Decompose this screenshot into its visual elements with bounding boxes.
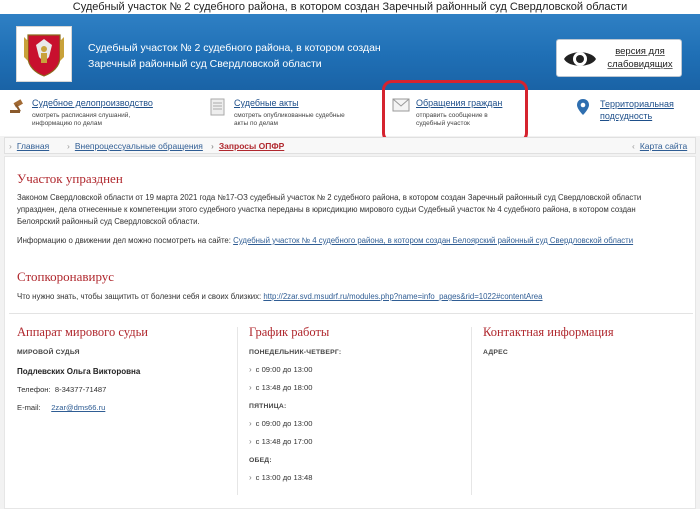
service-title[interactable]: Судебное делопроизводство — [32, 98, 153, 108]
covid-text: Что нужно знать, чтобы защитить от болез… — [17, 291, 677, 303]
schedule-time: › с 09:00 до 13:00 — [249, 419, 313, 428]
breadcrumb-item[interactable]: › Внепроцессуальные обращения — [67, 141, 203, 151]
chevron-right-icon: › — [249, 437, 252, 446]
services-bar: Судебное делопроизводство смотреть распи… — [0, 90, 700, 136]
column-divider — [471, 327, 472, 495]
judge-column: Аппарат мирового судьи МИРОВОЙ СУДЬЯ Под… — [17, 325, 227, 412]
covid-heading: Стопкоронавирус — [17, 269, 115, 284]
service-jurisdiction[interactable]: Территориальная подсудность — [576, 96, 696, 132]
judge-role: МИРОВОЙ СУДЬЯ — [17, 349, 80, 356]
court-4-link[interactable]: Судебный участок № 4 судебного района, в… — [233, 236, 633, 245]
site-title: Судебный участок № 2 судебного района, в… — [88, 40, 388, 72]
coat-of-arms-logo[interactable] — [16, 26, 72, 82]
window-title: Судебный участок № 2 судебного района, в… — [0, 0, 700, 14]
site-header: Судебный участок № 2 судебного района, в… — [0, 14, 700, 90]
breadcrumb: › Главная › Внепроцессуальные обращения › З… — [4, 137, 696, 154]
site-title-line-1: Судебный участок № 2 судебного района, в… — [88, 42, 381, 54]
email-label: E-mail: — [17, 403, 41, 412]
schedule-time: › с 09:00 до 13:00 — [249, 365, 313, 374]
service-description: смотреть опубликованные судебные акты по… — [234, 112, 345, 127]
notice-info: Информацию о движении дел можно посмотре… — [17, 235, 677, 247]
judge-phone: Телефон: 8-34377-71487 — [17, 385, 106, 394]
breadcrumb-current: › Запросы ОПФР — [211, 141, 285, 151]
document-icon — [210, 98, 225, 116]
chevron-left-icon: ‹ — [632, 141, 635, 151]
notice-info-prefix: Информацию о движении дел можно посмотре… — [17, 236, 231, 245]
schedule-time: › с 13:00 до 13:48 — [249, 473, 313, 482]
contacts-heading: Контактная информация — [483, 325, 614, 339]
eye-icon — [564, 52, 596, 66]
chevron-right-icon: › — [211, 141, 214, 151]
schedule-group-label: ПЯТНИЦА: — [249, 403, 287, 410]
chevron-right-icon: › — [67, 141, 70, 151]
schedule-heading: График работы — [249, 325, 330, 339]
schedule-time: › с 13:48 до 17:00 — [249, 437, 313, 446]
phone-value: 8-34377-71487 — [54, 385, 107, 394]
divider — [9, 313, 693, 314]
service-court-records[interactable]: Судебное делопроизводство смотреть распи… — [8, 96, 188, 132]
low-vision-line-1: версия для — [615, 46, 665, 57]
breadcrumb-home[interactable]: › Главная — [9, 141, 49, 151]
service-title[interactable]: Территориальная подсудность — [600, 98, 690, 122]
schedule-time: › с 13:48 до 18:00 — [249, 383, 313, 392]
map-pin-icon — [577, 99, 589, 115]
phone-label: Телефон: — [17, 385, 51, 394]
gavel-icon — [10, 99, 23, 113]
highlight-annotation — [382, 80, 528, 143]
notice-text: Законом Свердловской области от 19 марта… — [17, 193, 642, 226]
chevron-right-icon: › — [249, 473, 252, 482]
schedule-group-label: ПОНЕДЕЛЬНИК-ЧЕТВЕРГ: — [249, 349, 342, 356]
service-title[interactable]: Судебные акты — [234, 98, 299, 108]
judge-heading: Аппарат мирового судьи — [17, 325, 148, 339]
contacts-column: Контактная информация АДРЕС — [483, 325, 683, 356]
email-link[interactable]: 2zar@dms66.ru — [51, 403, 105, 412]
main-content: Участок упразднен Законом Свердловской о… — [4, 156, 696, 509]
coat-of-arms-icon — [24, 34, 64, 77]
sitemap-link[interactable]: ‹ Карта сайта — [632, 141, 687, 151]
chevron-right-icon: › — [249, 365, 252, 374]
schedule-column: График работы ПОНЕДЕЛЬНИК-ЧЕТВЕРГ: › с 09… — [249, 325, 459, 482]
low-vision-line-2: слабовидящих — [607, 59, 673, 70]
covid-link[interactable]: http://2zar.svd.msudrf.ru/modules.php?na… — [263, 292, 542, 301]
covid-prefix: Что нужно знать, чтобы защитить от болез… — [17, 292, 262, 301]
schedule-group-label: ОБЕД: — [249, 457, 272, 464]
chevron-right-icon: › — [249, 419, 252, 428]
judge-name: Подлевских Ольга Викторовна — [17, 367, 141, 376]
chevron-right-icon: › — [9, 141, 12, 151]
judge-email: E-mail: 2zar@dms66.ru — [17, 403, 105, 412]
service-description: смотреть расписания слушаний, информацию… — [32, 112, 131, 127]
column-divider — [237, 327, 238, 495]
notice-heading: Участок упразднен — [17, 171, 123, 186]
service-court-acts[interactable]: Судебные акты смотреть опубликованные су… — [210, 96, 380, 132]
low-vision-version-button[interactable]: версия для слабовидящих — [556, 39, 682, 77]
chevron-right-icon: › — [249, 383, 252, 392]
address-label: АДРЕС — [483, 349, 508, 356]
site-title-line-2: Заречный районный суд Свердловской облас… — [88, 58, 322, 70]
